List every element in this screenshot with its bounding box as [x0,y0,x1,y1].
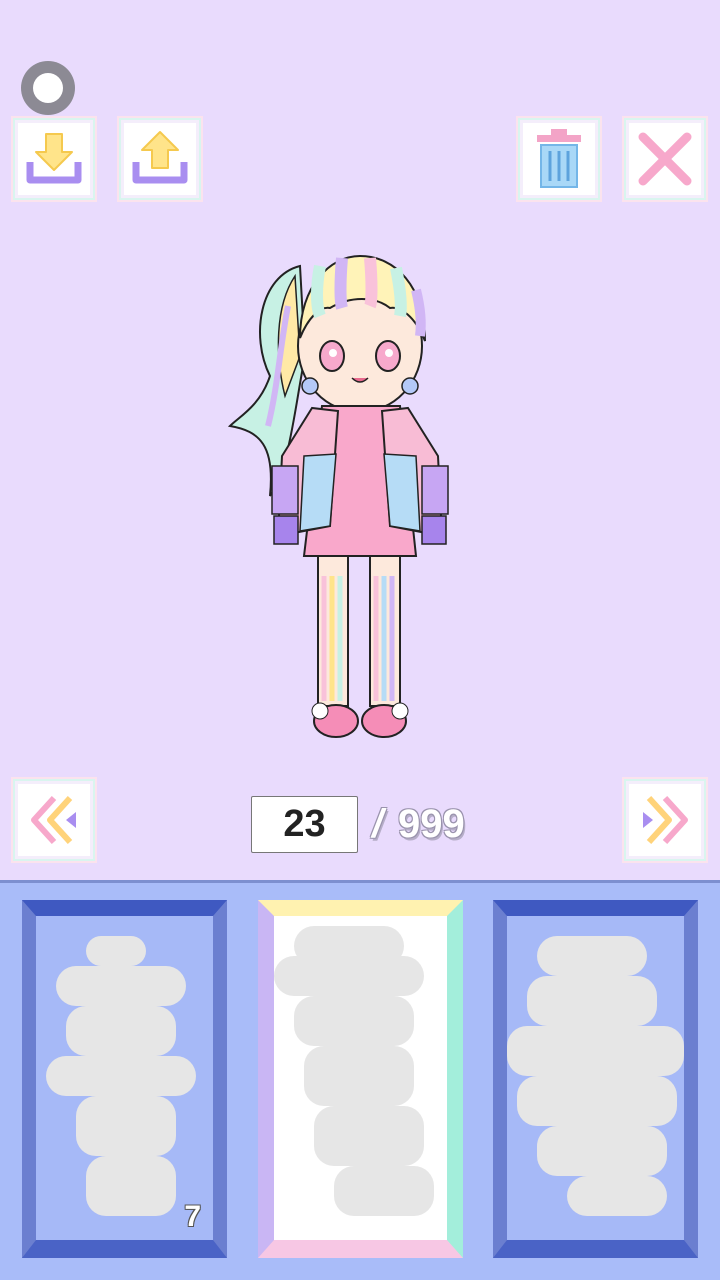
slot-number: 7 [184,1200,201,1233]
close-button[interactable] [626,120,704,198]
close-x-icon [635,129,695,189]
download-button[interactable] [15,120,93,198]
status-circle-icon[interactable] [21,61,75,115]
upload-icon [128,128,192,190]
save-slot-selected[interactable] [258,900,463,1258]
page-separator: / [372,802,384,846]
upload-button[interactable] [121,120,199,198]
character-preview [220,246,460,746]
delete-button[interactable] [520,120,598,198]
page-number-input[interactable]: 23 [251,796,358,853]
save-slot[interactable]: 7 [22,900,227,1258]
previous-page-button[interactable] [15,781,93,859]
trash-icon [531,127,587,191]
slot-thumbnail [507,916,684,1240]
slot-thumbnail: 7 [36,916,213,1240]
double-chevron-left-icon [24,790,84,850]
save-slot[interactable] [493,900,698,1258]
page-total: 999 [398,802,465,846]
slot-thumbnail [274,916,447,1240]
next-page-button[interactable] [626,781,704,859]
double-chevron-right-icon [635,790,695,850]
download-icon [22,128,86,190]
